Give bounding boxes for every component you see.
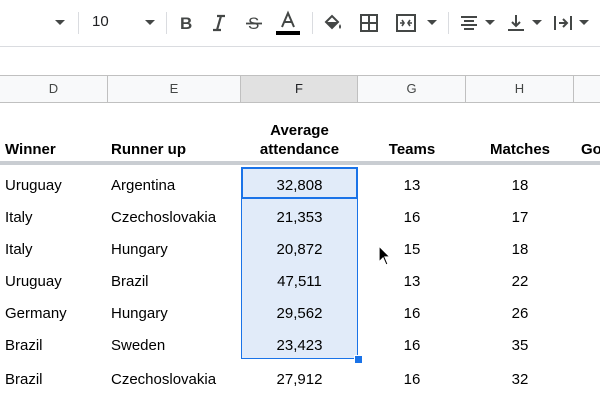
halign-chevron-icon[interactable] [482,0,498,46]
header-winner[interactable]: Winner [5,141,56,158]
font-size-chevron-icon[interactable] [140,0,160,46]
cell-runner-up[interactable]: Czechoslovakia [111,364,216,396]
column-header-row: D E F G H [0,75,600,103]
cell-attendance[interactable]: 47,511 [241,266,358,298]
header-goals[interactable]: Go [581,141,600,158]
toolbar-divider [312,12,313,34]
cell-matches[interactable]: 35 [466,330,574,362]
cell-teams[interactable]: 16 [358,364,466,396]
cell-runner-up[interactable]: Argentina [111,170,175,202]
vertical-align-icon[interactable] [503,0,529,46]
text-direction-icon[interactable] [550,0,576,46]
column-header-d[interactable]: D [0,76,108,102]
column-header-h[interactable]: H [466,76,574,102]
text-direction-chevron-icon[interactable] [576,0,592,46]
cell-attendance[interactable]: 27,912 [241,364,358,396]
cell-winner[interactable]: Uruguay [5,170,62,202]
cell-runner-up[interactable]: Czechoslovakia [111,202,216,234]
cell-matches[interactable]: 32 [466,364,574,396]
cell-runner-up[interactable]: Brazil [111,266,149,298]
merge-cells-icon[interactable] [392,0,420,46]
header-runner-up[interactable]: Runner up [111,141,186,158]
column-header-e[interactable]: E [108,76,241,102]
cell-winner[interactable]: Italy [5,202,33,234]
cell-winner[interactable]: Brazil [5,330,43,362]
header-matches[interactable]: Matches [466,141,574,158]
cell-attendance[interactable]: 20,872 [241,234,358,266]
fill-handle[interactable] [354,355,363,364]
cell-winner[interactable]: Germany [5,298,67,330]
svg-text:B: B [180,14,192,32]
valign-chevron-icon[interactable] [529,0,545,46]
cell-matches[interactable]: 17 [466,202,574,234]
cell-teams[interactable]: 13 [358,266,466,298]
cell-matches[interactable]: 18 [466,234,574,266]
cell-teams[interactable]: 16 [358,298,466,330]
frozen-row-divider[interactable] [0,161,600,165]
formula-bar[interactable] [0,47,600,75]
cell-runner-up[interactable]: Hungary [111,298,168,330]
bold-icon[interactable]: B [174,0,198,46]
borders-icon[interactable] [356,0,382,46]
cell-winner[interactable]: Uruguay [5,266,62,298]
mouse-pointer-icon [378,245,392,266]
cell-attendance[interactable]: 21,353 [241,202,358,234]
strikethrough-icon[interactable]: S [242,0,266,46]
cell-teams[interactable]: 13 [358,170,466,202]
column-header-f[interactable]: F [241,76,358,102]
column-header-g[interactable]: G [358,76,466,102]
cell-matches[interactable]: 26 [466,298,574,330]
merge-chevron-icon[interactable] [424,0,440,46]
toolbar-divider [78,12,79,34]
sheet-grid: Winner Runner up Average attendance Team… [0,103,600,396]
italic-icon[interactable] [207,0,231,46]
cell-teams[interactable]: 16 [358,202,466,234]
header-average-line1[interactable]: Average [241,122,358,139]
cell-matches[interactable]: 18 [466,170,574,202]
toolbar: 10 B S [0,0,600,47]
header-teams[interactable]: Teams [358,141,466,158]
toolbar-divider [166,12,167,34]
active-cell-outline [241,167,358,199]
text-color-icon[interactable] [274,0,302,46]
cell-runner-up[interactable]: Hungary [111,234,168,266]
cell-matches[interactable]: 22 [466,266,574,298]
header-average-line2[interactable]: attendance [241,141,358,158]
cell-attendance[interactable]: 29,562 [241,298,358,330]
cell-teams[interactable]: 15 [358,234,466,266]
column-header-i[interactable] [574,76,600,102]
horizontal-align-icon[interactable] [456,0,482,46]
font-size-value[interactable]: 10 [92,13,109,30]
cell-winner[interactable]: Brazil [5,364,43,396]
font-dropdown-chevron-icon[interactable] [50,0,70,46]
cell-winner[interactable]: Italy [5,234,33,266]
toolbar-divider [448,12,449,34]
cell-teams[interactable]: 16 [358,330,466,362]
fill-color-icon[interactable] [320,0,346,46]
cell-runner-up[interactable]: Sweden [111,330,165,362]
cell-attendance[interactable]: 23,423 [241,330,358,362]
